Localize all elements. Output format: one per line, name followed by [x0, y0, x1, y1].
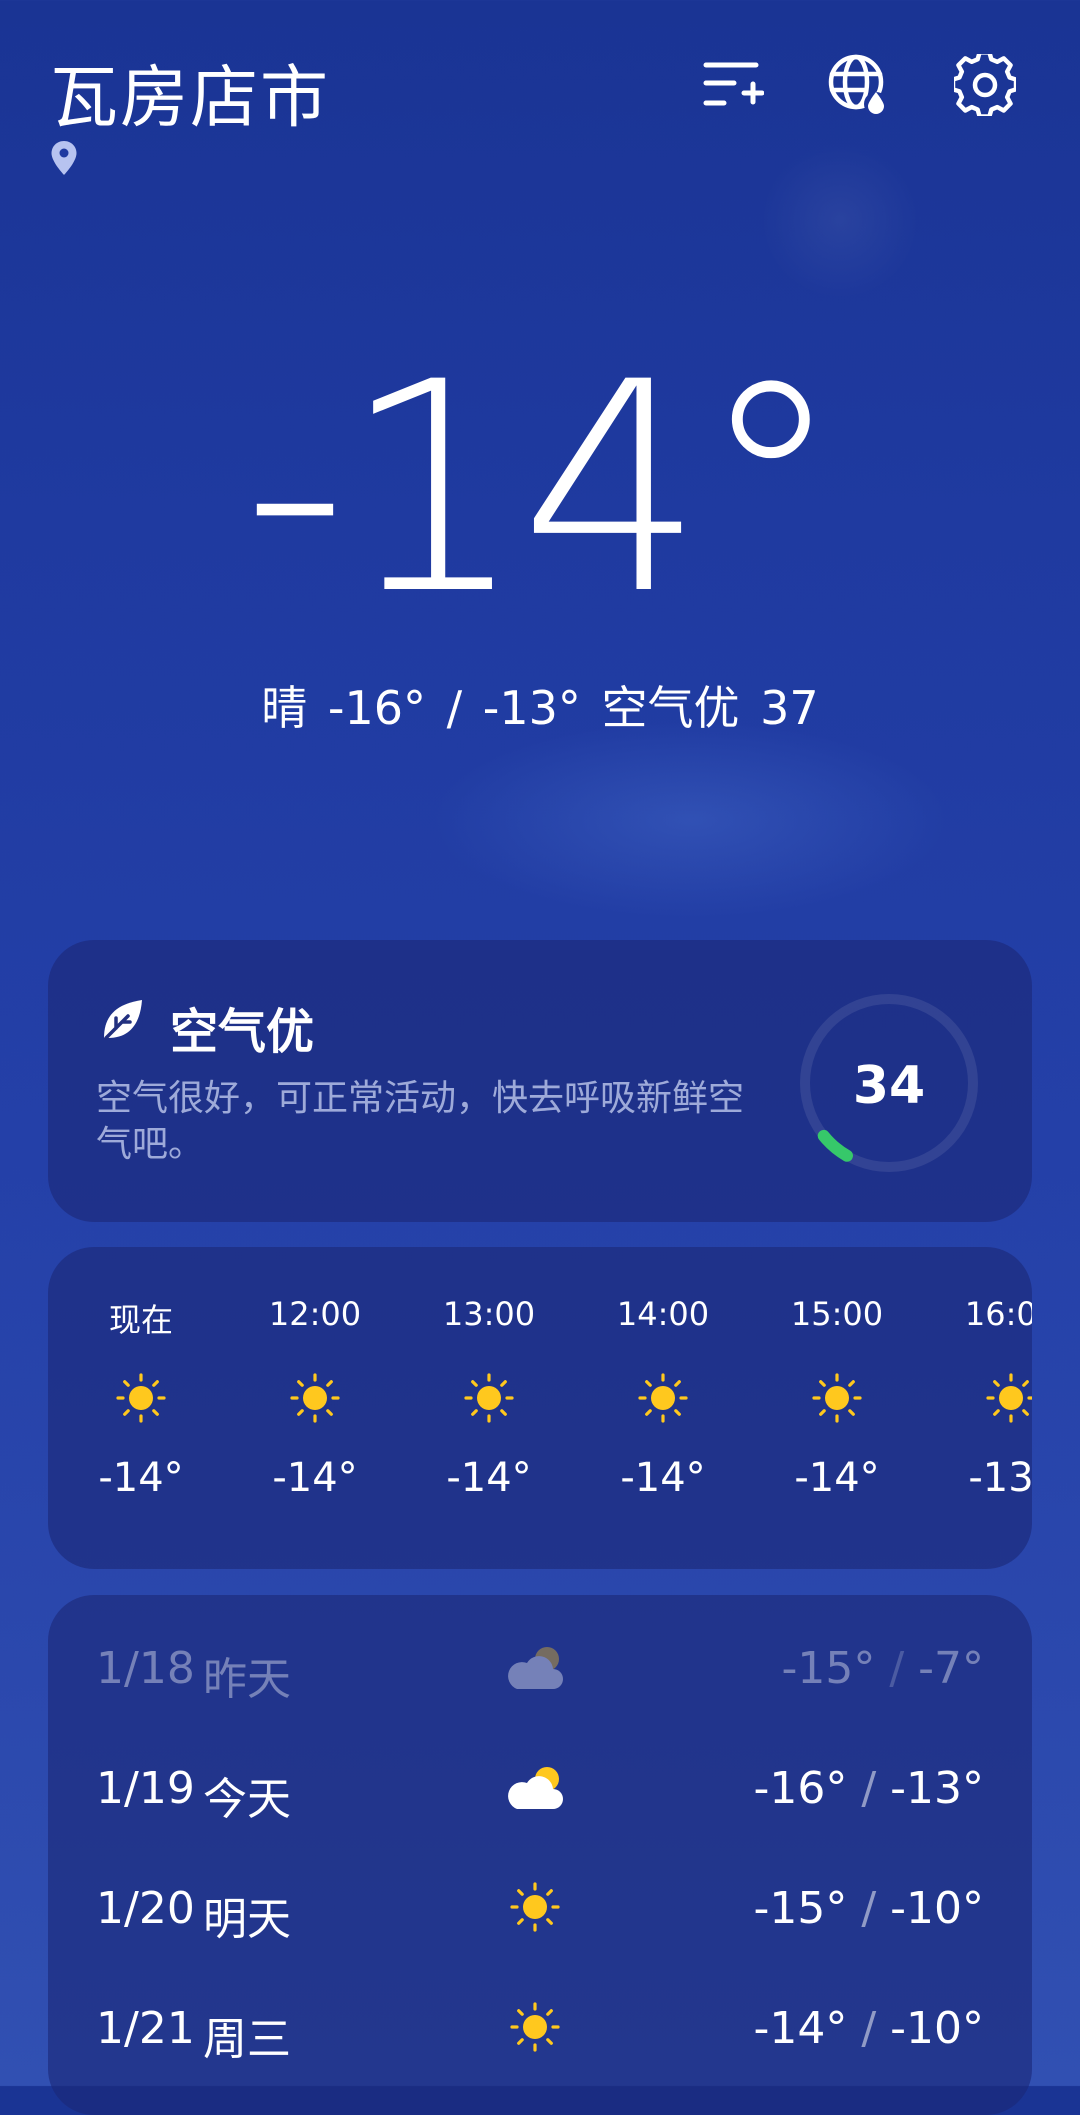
daily-row[interactable]: 1/19 今天 -16° / -13° — [48, 1729, 1032, 1849]
city-name[interactable]: 瓦房店市 — [50, 42, 330, 141]
hourly-temperature: -14° — [272, 1455, 358, 1501]
partly-cloudy-icon — [508, 1647, 563, 1689]
hourly-time: 12:00 — [268, 1295, 362, 1333]
current-temperature: -14° — [242, 321, 844, 658]
daily-high: -10° — [890, 1883, 984, 1934]
daily-date: 1/18 — [96, 1643, 195, 1694]
hourly-item[interactable]: 16:00 -13° — [924, 1247, 1032, 1569]
weather-summary[interactable]: 晴 -16° / -13° 空气优 37 — [0, 672, 1080, 738]
daily-row[interactable]: 1/18 昨天 -15° / -7° — [48, 1609, 1032, 1729]
range-separator: / — [847, 1883, 891, 1934]
hourly-item[interactable]: 14:00 -14° — [576, 1247, 750, 1569]
daily-temperature-range: -15° / -7° — [781, 1643, 984, 1694]
sun-icon — [812, 1373, 862, 1423]
hourly-temperature: -14° — [620, 1455, 706, 1501]
hourly-time: 13:00 — [442, 1295, 536, 1333]
hourly-time: 16:00 — [964, 1295, 1032, 1333]
daily-temperature-range: -14° / -10° — [753, 2003, 984, 2054]
daily-forecast-card[interactable]: 1/18 昨天 -15° / -7° 1/19 今天 -16° / -13° 1/20 明天 -… — [48, 1595, 1032, 2115]
daily-low: -16° — [753, 1763, 848, 1814]
hourly-item[interactable]: 现在 -14° — [54, 1247, 228, 1569]
hourly-temperature: -14° — [98, 1455, 184, 1501]
daily-high: -10° — [890, 2003, 984, 2054]
globe-weather-button[interactable] — [824, 50, 894, 120]
air-quality-description: 空气很好，可正常活动，快去呼吸新鲜空气吧。 — [96, 1078, 745, 1165]
partly-cloudy-icon — [508, 1767, 563, 1809]
add-city-button[interactable] — [698, 50, 768, 120]
sun-icon — [986, 1373, 1032, 1423]
background-glow — [430, 720, 950, 920]
gear-icon — [954, 54, 1016, 116]
daily-day-name: 周三 — [203, 2014, 291, 2065]
sun-icon — [510, 2002, 560, 2052]
leaf-icon — [104, 1000, 142, 1040]
sun-icon — [290, 1373, 340, 1423]
hourly-item[interactable]: 12:00 -14° — [228, 1247, 402, 1569]
daily-day-name: 昨天 — [203, 1654, 291, 1705]
settings-button[interactable] — [950, 50, 1020, 120]
hourly-time: 现在 — [108, 1301, 173, 1339]
sun-icon — [464, 1373, 514, 1423]
hourly-item[interactable]: 15:00 -14° — [750, 1247, 924, 1569]
range-separator: / — [875, 1643, 919, 1694]
range-separator: / — [847, 1763, 891, 1814]
add-city-icon — [703, 62, 764, 106]
globe-rain-icon — [828, 54, 888, 116]
daily-high: -13° — [890, 1763, 984, 1814]
hourly-item[interactable]: 13:00 -14° — [402, 1247, 576, 1569]
hourly-temperature: -14° — [446, 1455, 532, 1501]
daily-date: 1/19 — [96, 1763, 195, 1814]
daily-row[interactable]: 1/21 周三 -14° / -10° — [48, 1969, 1032, 2089]
daily-low: -15° — [781, 1643, 876, 1694]
aqi-value: 34 — [852, 1056, 926, 1116]
location-pin-icon — [51, 141, 77, 175]
daily-low: -15° — [753, 1883, 848, 1934]
sun-icon — [116, 1373, 166, 1423]
daily-date: 1/21 — [96, 2003, 195, 2054]
daily-row[interactable]: 1/20 明天 -15° / -10° — [48, 1849, 1032, 1969]
hourly-temperature: -13° — [968, 1455, 1032, 1501]
hourly-temperature: -14° — [794, 1455, 880, 1501]
hourly-time: 15:00 — [790, 1295, 884, 1333]
header: 瓦房店市 — [0, 0, 1080, 190]
daily-temperature-range: -16° / -13° — [753, 1763, 984, 1814]
air-quality-card[interactable]: 空气优 空气很好，可正常活动，快去呼吸新鲜空气吧。 34 — [48, 940, 1032, 1222]
daily-day-name: 明天 — [203, 1894, 291, 1945]
daily-day-name: 今天 — [203, 1774, 291, 1825]
range-separator: / — [847, 2003, 891, 2054]
sun-icon — [510, 1882, 560, 1932]
air-quality-title: 空气优 — [170, 1004, 315, 1060]
daily-low: -14° — [753, 2003, 848, 2054]
aqi-gauge-fill — [817, 1129, 853, 1162]
sun-icon — [638, 1373, 688, 1423]
hourly-forecast-card[interactable]: 现在 -14° 12:00 -14° 13:00 -14° 14:00 -14° 15:00 -1… — [48, 1247, 1032, 1569]
hourly-time: 14:00 — [616, 1295, 710, 1333]
daily-date: 1/20 — [96, 1883, 195, 1934]
daily-high: -7° — [918, 1643, 984, 1694]
daily-temperature-range: -15° / -10° — [753, 1883, 984, 1934]
